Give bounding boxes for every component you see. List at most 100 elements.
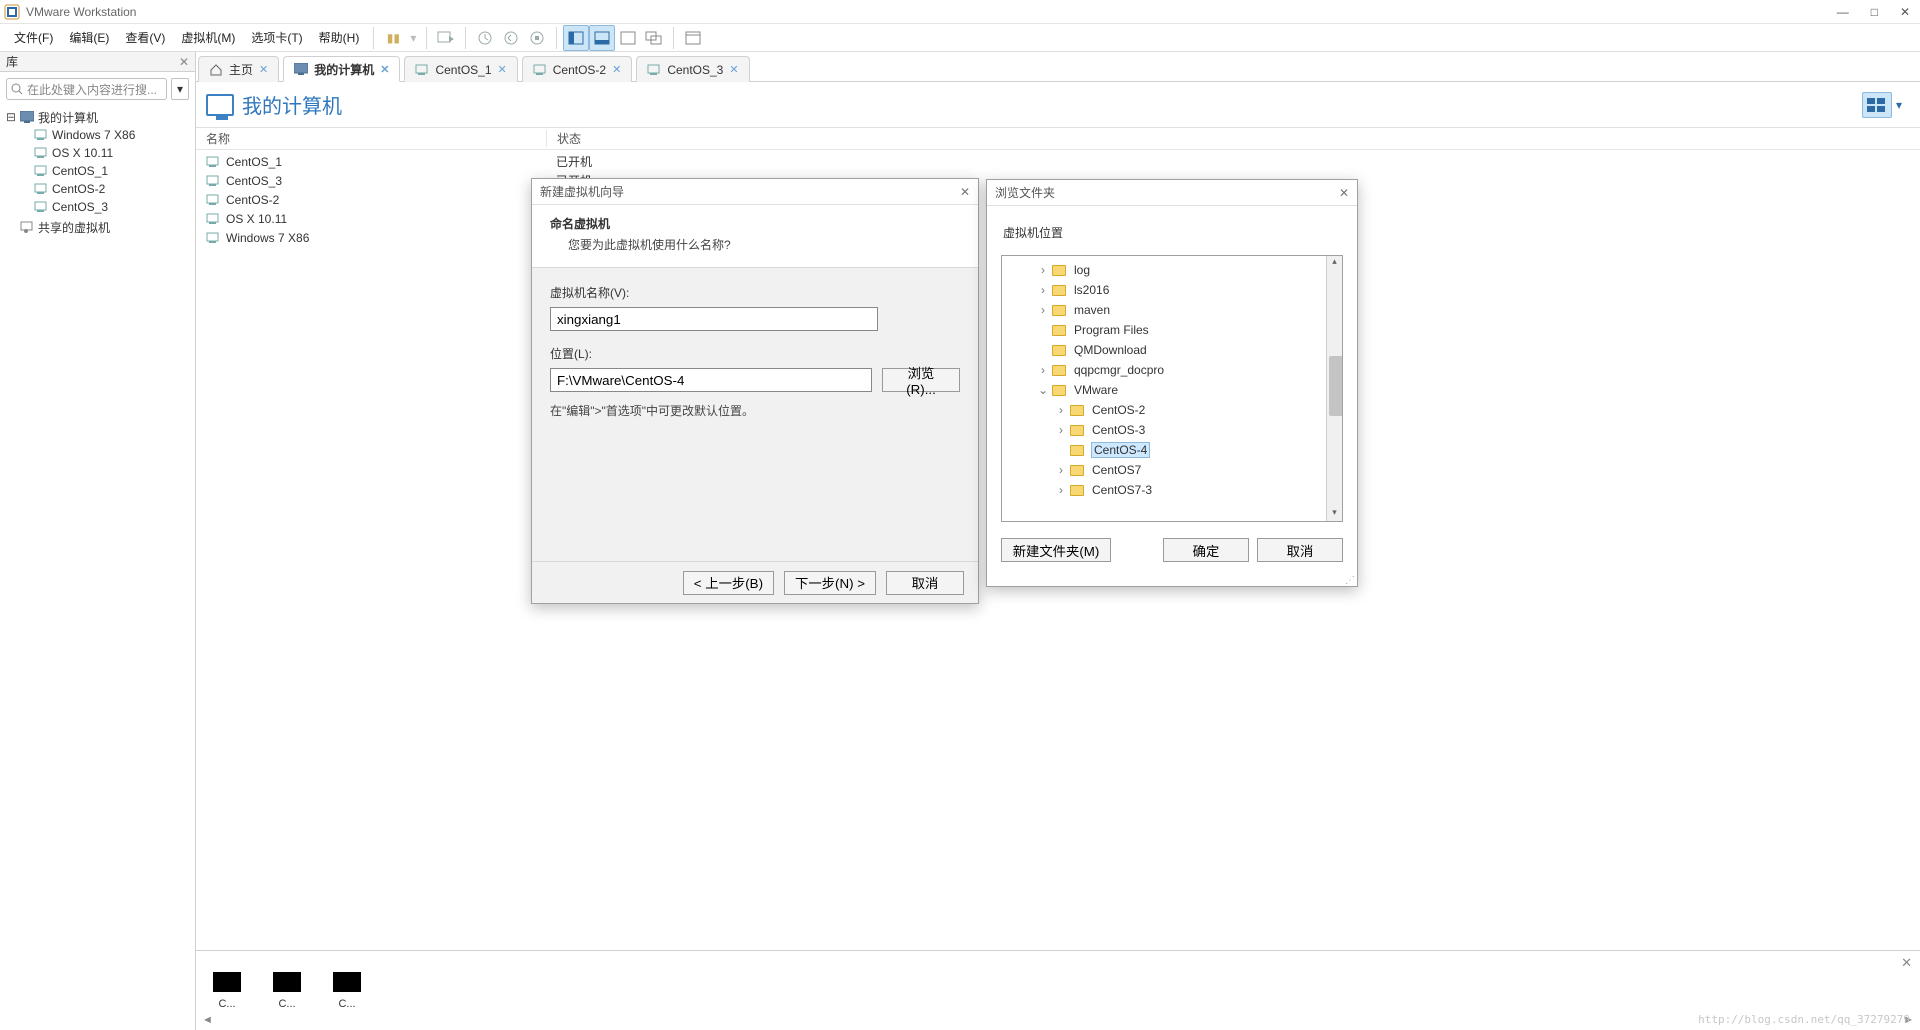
folder-tree-item[interactable]: › ls2016 [1008, 280, 1336, 300]
scroll-thumb[interactable] [1329, 356, 1343, 416]
browse-ok-button[interactable]: 确定 [1163, 538, 1249, 562]
tree-vm-item[interactable]: Windows 7 X86 [6, 126, 189, 144]
tree-shared-vms[interactable]: 共享的虚拟机 [6, 218, 189, 236]
folder-tree-item[interactable]: ›maven [1008, 300, 1336, 320]
tree-vm-item[interactable]: CentOS_3 [6, 198, 189, 216]
tab-close-icon[interactable]: ✕ [498, 63, 507, 76]
expand-icon[interactable]: › [1056, 403, 1066, 417]
tab-home[interactable]: 主页 ✕ [198, 56, 279, 82]
folder-tree-item[interactable]: Program Files [1008, 320, 1336, 340]
wizard-close-icon[interactable]: ✕ [960, 179, 970, 204]
browse-close-icon[interactable]: ✕ [1339, 180, 1349, 205]
folder-tree-item[interactable]: CentOS-4 [1008, 440, 1336, 460]
browse-button[interactable]: 浏览(R)... [882, 368, 960, 392]
menu-view[interactable]: 查看(V) [117, 24, 173, 52]
tab-close-icon[interactable]: ✕ [612, 63, 621, 76]
thumbnail-item[interactable]: C... [210, 972, 244, 1010]
tree-vm-item[interactable]: CentOS-2 [6, 180, 189, 198]
menu-tabs[interactable]: 选项卡(T) [243, 24, 310, 52]
close-icon[interactable]: ✕ [1900, 0, 1910, 24]
menu-vm[interactable]: 虚拟机(M) [173, 24, 243, 52]
folder-tree-item[interactable]: ›log [1008, 260, 1336, 280]
menu-help[interactable]: 帮助(H) [311, 24, 368, 52]
expand-icon[interactable]: ⌄ [1038, 383, 1048, 397]
sidebar-title: 库 [6, 52, 18, 72]
folder-name: VMware [1074, 383, 1118, 397]
folder-tree-item[interactable]: ›CentOS7 [1008, 460, 1336, 480]
dropdown-icon[interactable]: ▾ [406, 25, 420, 51]
fullscreen-icon[interactable] [615, 25, 641, 51]
expand-icon[interactable]: › [1056, 463, 1066, 477]
snapshot-icon[interactable] [472, 25, 498, 51]
wizard-next-button[interactable]: 下一步(N) > [784, 571, 876, 595]
snapshot-revert-icon[interactable] [498, 25, 524, 51]
resize-grip-icon[interactable]: ⋰ [1345, 578, 1355, 584]
unity-icon[interactable] [641, 25, 667, 51]
thumb-scroll-left-icon[interactable]: ◄ [202, 1014, 213, 1026]
folder-tree-item[interactable]: ›CentOS-2 [1008, 400, 1336, 420]
vm-status: 已开机 [546, 153, 592, 170]
library-icon[interactable] [680, 25, 706, 51]
folder-tree[interactable]: ›log›ls2016›mavenProgram FilesQMDownload… [1002, 256, 1342, 521]
tree-vm-item[interactable]: CentOS_1 [6, 162, 189, 180]
thumbnail-item[interactable]: C... [270, 972, 304, 1010]
expand-icon[interactable]: › [1038, 283, 1048, 297]
expand-icon[interactable]: › [1056, 483, 1066, 497]
tab-close-icon[interactable]: ✕ [380, 63, 389, 76]
scroll-up-icon[interactable]: ▴ [1327, 256, 1342, 270]
tab-vm[interactable]: CentOS-2✕ [522, 56, 633, 82]
search-input[interactable]: 在此处键入内容进行搜... [6, 78, 167, 100]
tab-close-icon[interactable]: ✕ [259, 63, 268, 76]
folder-icon [1052, 365, 1066, 376]
folder-icon [1052, 325, 1066, 336]
tree-root-my-computer[interactable]: ⊟ 我的计算机 [6, 108, 189, 126]
app-title: VMware Workstation [26, 0, 1837, 24]
expand-icon[interactable]: › [1038, 363, 1048, 377]
menu-edit[interactable]: 编辑(E) [61, 24, 117, 52]
browse-scrollbar[interactable]: ▴ ▾ [1326, 256, 1342, 521]
menu-file[interactable]: 文件(F) [6, 24, 61, 52]
browse-folder-dialog: 浏览文件夹 ✕ 虚拟机位置 ›log›ls2016›mavenProgram F… [986, 179, 1358, 587]
wizard-cancel-button[interactable]: 取消 [886, 571, 964, 595]
expand-icon[interactable]: › [1056, 423, 1066, 437]
maximize-icon[interactable]: □ [1871, 0, 1878, 24]
view-console-icon[interactable] [589, 25, 615, 51]
vm-list-row[interactable]: CentOS_1已开机 [196, 152, 1920, 171]
menubar: 文件(F) 编辑(E) 查看(V) 虚拟机(M) 选项卡(T) 帮助(H) ▮▮… [0, 24, 1920, 52]
snapshot-manager-icon[interactable] [524, 25, 550, 51]
thumbnail-bar-close-icon[interactable]: ✕ [1901, 955, 1912, 971]
minimize-icon[interactable]: — [1837, 0, 1849, 24]
send-ctrl-alt-del-icon[interactable] [433, 25, 459, 51]
new-folder-button[interactable]: 新建文件夹(M) [1001, 538, 1111, 562]
folder-tree-item[interactable]: ›CentOS7-3 [1008, 480, 1336, 500]
sidebar-close-icon[interactable]: ✕ [179, 52, 189, 72]
separator [465, 27, 466, 49]
vm-icon [206, 232, 220, 244]
scroll-down-icon[interactable]: ▾ [1327, 507, 1342, 521]
column-name[interactable]: 名称 [196, 130, 546, 147]
folder-name: ls2016 [1074, 283, 1109, 297]
folder-tree-item[interactable]: ›CentOS-3 [1008, 420, 1336, 440]
tab-my-computer[interactable]: 我的计算机 ✕ [283, 56, 400, 82]
view-dropdown-icon[interactable]: ▾ [1896, 98, 1902, 112]
folder-tree-item[interactable]: ›qqpcmgr_docpro [1008, 360, 1336, 380]
folder-tree-item[interactable]: ⌄ VMware [1008, 380, 1336, 400]
tab-vm[interactable]: CentOS_1✕ [404, 56, 517, 82]
view-thumbnails-icon[interactable] [1862, 92, 1892, 118]
tab-close-icon[interactable]: ✕ [729, 63, 738, 76]
search-dropdown-icon[interactable]: ▾ [171, 78, 189, 100]
pause-icon[interactable]: ▮▮ [380, 25, 406, 51]
wizard-back-button[interactable]: < 上一步(B) [683, 571, 774, 595]
thumbnail-item[interactable]: C... [330, 972, 364, 1010]
tree-vm-item[interactable]: OS X 10.11 [6, 144, 189, 162]
tab-vm[interactable]: CentOS_3✕ [636, 56, 749, 82]
expand-icon[interactable]: › [1038, 303, 1048, 317]
expand-icon[interactable]: › [1038, 263, 1048, 277]
vm-location-input[interactable] [550, 368, 872, 392]
browse-cancel-button[interactable]: 取消 [1257, 538, 1343, 562]
column-status[interactable]: 状态 [546, 130, 1920, 147]
folder-tree-item[interactable]: QMDownload [1008, 340, 1336, 360]
view-tile-icon[interactable] [563, 25, 589, 51]
new-vm-wizard-dialog: 新建虚拟机向导 ✕ 命名虚拟机 您要为此虚拟机使用什么名称? 虚拟机名称(V):… [531, 178, 979, 604]
vm-name-input[interactable] [550, 307, 878, 331]
